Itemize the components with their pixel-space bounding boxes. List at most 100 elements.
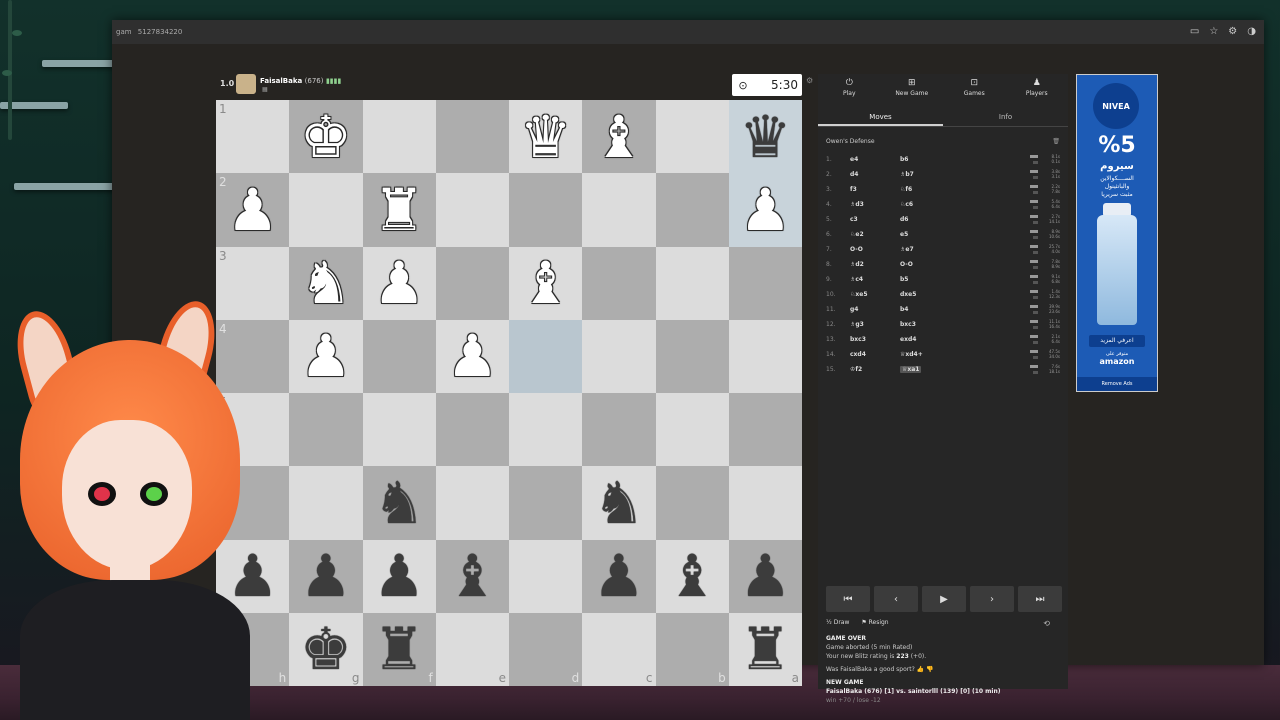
board-square[interactable] (582, 319, 656, 393)
play-button[interactable]: ▶ (922, 586, 966, 612)
board-square[interactable]: ♛ (509, 100, 583, 174)
board-square[interactable] (582, 393, 656, 467)
white-move[interactable]: bxc3 (850, 336, 866, 343)
black-move[interactable]: e5 (900, 231, 908, 238)
black-queen-piece[interactable]: ♛ (739, 108, 791, 166)
board-square[interactable] (509, 539, 583, 613)
board-square[interactable]: c (582, 612, 656, 686)
board-square[interactable] (509, 173, 583, 247)
white-move[interactable]: g4 (850, 306, 858, 313)
advertisement[interactable]: NIVEA %5 سيروم الســــكوالاين والبانثينو… (1076, 74, 1158, 392)
board-square[interactable] (509, 393, 583, 467)
white-move[interactable]: ♗d2 (850, 261, 864, 268)
black-move[interactable]: d6 (900, 216, 908, 223)
board-square[interactable] (289, 466, 363, 540)
trash-icon[interactable]: 🗑 (1052, 138, 1060, 145)
white-move[interactable]: ♔f2 (850, 366, 862, 373)
draw-button[interactable]: ½ Draw (826, 619, 849, 626)
board-square[interactable]: 2 ♟ (216, 173, 290, 247)
board-square[interactable] (435, 100, 509, 174)
board-square[interactable] (362, 319, 436, 393)
board-square[interactable] (728, 246, 802, 320)
black-bishop-piece[interactable]: ♝ (666, 547, 718, 605)
board-square[interactable] (435, 393, 509, 467)
white-move[interactable]: ♘e2 (850, 231, 864, 238)
board-square[interactable]: ♝ (435, 539, 509, 613)
white-rook-piece[interactable]: ♜ (373, 181, 425, 239)
board-square[interactable]: ♟ (435, 319, 509, 393)
white-bishop-piece[interactable]: ♝ (593, 108, 645, 166)
black-pawn-piece[interactable]: ♟ (300, 547, 352, 605)
black-move[interactable]: O-O (900, 261, 913, 268)
board-square[interactable]: b (655, 612, 729, 686)
white-move[interactable]: cxd4 (850, 351, 866, 358)
flip-board-icon[interactable]: ⟲ (1043, 619, 1050, 628)
board-square[interactable] (435, 173, 509, 247)
white-move[interactable]: d4 (850, 171, 858, 178)
white-move[interactable]: ♗c4 (850, 276, 863, 283)
board-square[interactable]: ♛ (728, 100, 802, 174)
board-square[interactable]: a ♜ (728, 612, 802, 686)
black-move[interactable]: bxc3 (900, 321, 916, 328)
first-move-button[interactable]: ⏮ (826, 586, 870, 612)
black-king-piece[interactable]: ♚ (300, 620, 352, 678)
board-square[interactable]: ♟ (362, 539, 436, 613)
board-square[interactable] (655, 393, 729, 467)
board-square[interactable] (582, 173, 656, 247)
black-rook-piece[interactable]: ♜ (373, 620, 425, 678)
black-rook-piece[interactable]: ♜ (739, 620, 791, 678)
last-move-button[interactable]: ⏭ (1018, 586, 1062, 612)
black-move[interactable]: ♗e7 (900, 246, 914, 253)
board-square[interactable]: f ♜ (362, 612, 436, 686)
white-pawn-piece[interactable]: ♟ (446, 327, 498, 385)
board-square[interactable] (655, 466, 729, 540)
nav-games[interactable]: ⊡ Games (943, 74, 1006, 104)
black-pawn-piece[interactable]: ♟ (373, 547, 425, 605)
board-square[interactable] (509, 319, 583, 393)
board-square[interactable]: 1 (216, 100, 290, 174)
board-square[interactable]: ♝ (655, 539, 729, 613)
white-move[interactable]: ♗d3 (850, 201, 864, 208)
tab-moves[interactable]: Moves (818, 108, 943, 126)
board-square[interactable]: ♟ (289, 539, 363, 613)
board-square[interactable] (655, 246, 729, 320)
player-name[interactable]: FaisalBaka (676) ▮▮▮▮ (260, 77, 341, 85)
board-square[interactable]: ♝ (509, 246, 583, 320)
board-square[interactable]: ♝ (582, 100, 656, 174)
board-square[interactable] (435, 246, 509, 320)
board-square[interactable]: ♟ (728, 173, 802, 247)
nav-new-game[interactable]: ⊞ New Game (881, 74, 944, 104)
board-square[interactable]: ♟ (362, 246, 436, 320)
board-square[interactable] (728, 393, 802, 467)
black-move[interactable]: ♘f6 (900, 186, 912, 193)
black-move[interactable]: exd4 (900, 336, 916, 343)
board-square[interactable]: ♞ (362, 466, 436, 540)
white-king-piece[interactable]: ♚ (300, 108, 352, 166)
board-square[interactable]: ♟ (582, 539, 656, 613)
white-pawn-piece[interactable]: ♟ (300, 327, 352, 385)
board-square[interactable] (289, 173, 363, 247)
board-square[interactable] (289, 393, 363, 467)
board-square[interactable]: ♚ (289, 100, 363, 174)
next-move-button[interactable]: › (970, 586, 1014, 612)
board-square[interactable]: d (509, 612, 583, 686)
board-square[interactable]: ♞ (582, 466, 656, 540)
board-square[interactable] (655, 319, 729, 393)
board-square[interactable] (509, 466, 583, 540)
black-move[interactable]: ♕xd4+ (900, 351, 923, 358)
chess-board[interactable]: 1♚♛♝♛2♟♜♟3♞♟♝4♟♟5♞♞♟♟♟♝♟♝♟hg♚f♜edcba♜ (216, 100, 802, 686)
white-knight-piece[interactable]: ♞ (300, 254, 352, 312)
board-square[interactable]: ♟ (289, 319, 363, 393)
board-square[interactable] (655, 173, 729, 247)
board-square[interactable] (728, 466, 802, 540)
black-move[interactable]: ♘c6 (900, 201, 913, 208)
board-square[interactable]: ♞ (289, 246, 363, 320)
moon-icon[interactable]: ◑ (1247, 20, 1256, 44)
black-bishop-piece[interactable]: ♝ (446, 547, 498, 605)
white-pawn-piece[interactable]: ♟ (227, 181, 279, 239)
black-move[interactable]: b5 (900, 276, 908, 283)
black-pawn-piece[interactable]: ♟ (593, 547, 645, 605)
white-queen-piece[interactable]: ♛ (520, 108, 572, 166)
board-settings-icon[interactable]: ⚙ (806, 76, 813, 85)
black-move[interactable]: ♗b7 (900, 171, 914, 178)
